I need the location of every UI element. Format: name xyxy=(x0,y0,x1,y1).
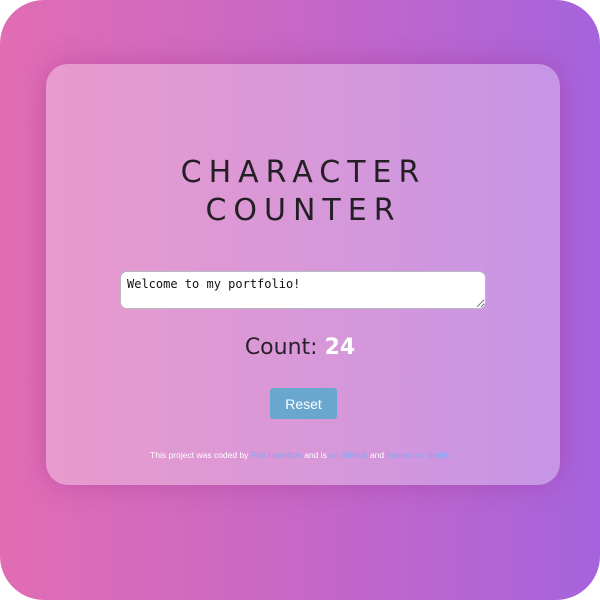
title-line-2: COUNTER xyxy=(205,193,402,228)
footer-conjunction: and xyxy=(369,450,385,460)
netlify-link[interactable]: hosted on Netlify xyxy=(387,450,450,460)
count-value: 24 xyxy=(324,335,356,360)
count-label: Count: xyxy=(244,335,318,360)
footer-middle: and is xyxy=(304,450,327,460)
text-input[interactable] xyxy=(120,271,486,309)
character-count: Count: 24 xyxy=(0,333,600,363)
page-title: CHARACTER COUNTER xyxy=(0,154,600,230)
reset-button[interactable]: Reset xyxy=(270,388,337,419)
author-link[interactable]: Rita Hamilton xyxy=(251,450,302,460)
app-background: CHARACTER COUNTER Count: 24 Reset This p… xyxy=(0,0,600,600)
footer-credits: This project was coded by Rita Hamilton … xyxy=(0,450,600,460)
title-line-1: CHARACTER xyxy=(180,155,427,190)
github-link[interactable]: on GitHub xyxy=(329,450,367,460)
footer-prefix: This project was coded by xyxy=(150,450,249,460)
